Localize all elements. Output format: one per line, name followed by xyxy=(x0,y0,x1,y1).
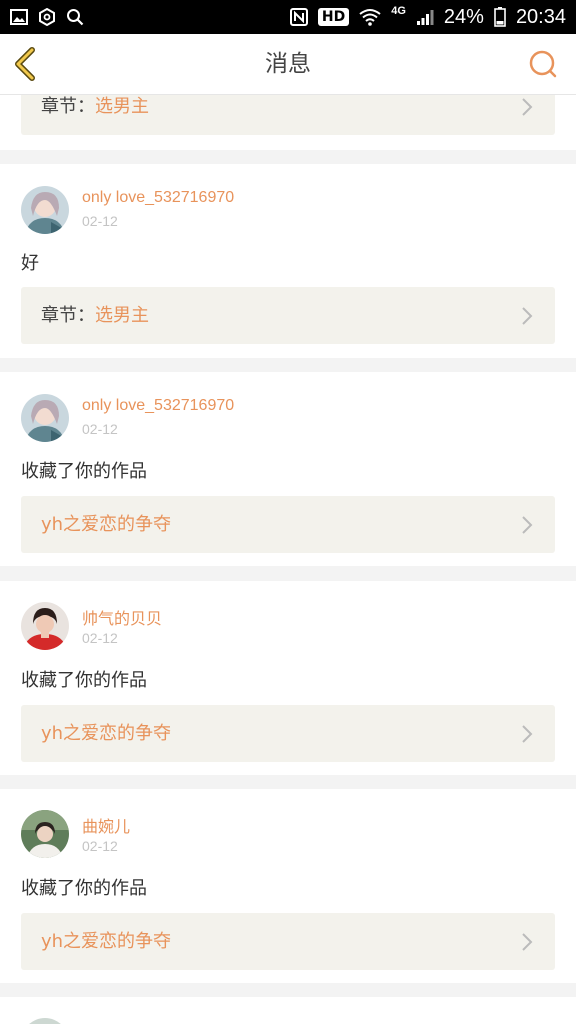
chevron-right-icon xyxy=(522,307,533,325)
username[interactable]: only love_532716970 xyxy=(82,189,234,207)
search-icon[interactable] xyxy=(528,49,558,79)
chapter-link[interactable]: 章节： 选男主 xyxy=(21,287,555,344)
status-bar: HD 4G 24% 20:34 xyxy=(0,0,576,34)
timestamp: 02-12 xyxy=(82,421,118,437)
avatar[interactable] xyxy=(21,394,69,442)
username[interactable]: 曲婉儿 xyxy=(82,813,130,837)
signal-icon xyxy=(416,10,434,25)
timestamp: 02-12 xyxy=(82,213,118,229)
link-title: yh之爱恋的争夺 xyxy=(41,723,172,744)
status-bar-right: HD 4G 24% 20:34 xyxy=(289,5,566,29)
message-card: only love_532716970 02-12 收藏了你的作品 yh之爱恋的… xyxy=(0,372,576,566)
message-card: 章节： 选男主 xyxy=(0,95,576,150)
link-title: yh之爱恋的争夺 xyxy=(41,931,172,952)
chevron-right-icon xyxy=(522,933,533,951)
chevron-right-icon xyxy=(522,725,533,743)
hd-icon: HD xyxy=(317,8,350,26)
wifi-icon xyxy=(359,9,381,26)
battery-icon xyxy=(494,7,506,27)
message-text: 收藏了你的作品 xyxy=(21,670,147,691)
link-title: 选男主 xyxy=(95,96,149,117)
message-card: 帅气的贝贝 02-12 收藏了你的作品 yh之爱恋的争夺 xyxy=(0,581,576,775)
avatar[interactable] xyxy=(21,810,69,858)
message-list[interactable]: 章节： 选男主 only love_532716970 02-12 好 章节： … xyxy=(0,95,576,1024)
message-card: only love_532716970 02-12 好 章节： 选男主 xyxy=(0,164,576,358)
nfc-icon xyxy=(289,8,308,26)
link-title: 选男主 xyxy=(95,305,149,326)
avatar[interactable] xyxy=(21,1018,69,1024)
message-card: 曲婉儿 02-12 收藏了你的作品 yh之爱恋的争夺 xyxy=(0,789,576,983)
message-card xyxy=(0,997,576,1024)
page-title: 消息 xyxy=(265,51,311,77)
battery-percent: 24% xyxy=(443,5,484,28)
avatar[interactable] xyxy=(21,186,69,234)
network-type: 4G xyxy=(391,5,406,17)
username[interactable]: only love_532716970 xyxy=(82,397,234,415)
timestamp: 02-12 xyxy=(82,838,118,854)
work-link[interactable]: yh之爱恋的争夺 xyxy=(21,705,555,762)
message-text: 收藏了你的作品 xyxy=(21,878,147,899)
message-text: 好 xyxy=(21,253,39,274)
work-link[interactable]: yh之爱恋的争夺 xyxy=(21,913,555,970)
clock: 20:34 xyxy=(515,5,566,28)
image-icon xyxy=(10,9,28,25)
timestamp: 02-12 xyxy=(82,630,118,646)
chevron-right-icon xyxy=(522,98,533,116)
status-bar-left xyxy=(10,8,84,26)
link-prefix: 章节： xyxy=(41,305,95,326)
work-link[interactable]: yh之爱恋的争夺 xyxy=(21,496,555,553)
search-icon xyxy=(67,9,84,26)
gear-hex-icon xyxy=(39,8,55,26)
username[interactable]: 帅气的贝贝 xyxy=(82,605,162,629)
link-prefix: 章节： xyxy=(41,96,95,117)
chapter-link[interactable]: 章节： 选男主 xyxy=(21,95,555,135)
top-nav-bar: 消息 xyxy=(0,34,576,95)
message-text: 收藏了你的作品 xyxy=(21,461,147,482)
avatar[interactable] xyxy=(21,602,69,650)
link-title: yh之爱恋的争夺 xyxy=(41,514,172,535)
chevron-right-icon xyxy=(522,516,533,534)
